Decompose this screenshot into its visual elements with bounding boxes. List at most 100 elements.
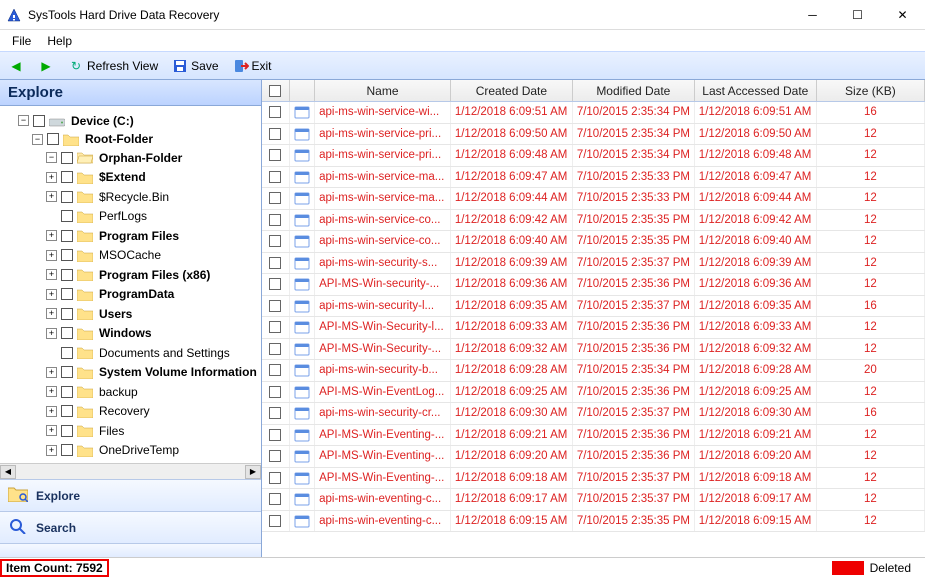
table-row[interactable]: api-ms-win-service-ma...1/12/2018 6:09:4… <box>262 188 925 210</box>
nav-explore[interactable]: Explore <box>0 479 261 511</box>
table-row[interactable]: API-MS-Win-Security-...1/12/2018 6:09:32… <box>262 339 925 361</box>
checkbox[interactable] <box>61 230 73 242</box>
expand-icon[interactable]: + <box>46 406 57 417</box>
tree-item[interactable]: +Files <box>46 423 126 439</box>
checkbox[interactable] <box>61 171 73 183</box>
file-list[interactable]: api-ms-win-service-wi...1/12/2018 6:09:5… <box>262 102 925 557</box>
col-checkbox[interactable] <box>262 80 290 101</box>
col-created[interactable]: Created Date <box>451 80 573 101</box>
checkbox[interactable] <box>61 327 73 339</box>
table-row[interactable]: API-MS-Win-Eventing-...1/12/2018 6:09:20… <box>262 446 925 468</box>
table-row[interactable]: api-ms-win-security-cr...1/12/2018 6:09:… <box>262 403 925 425</box>
menu-file[interactable]: File <box>4 32 39 50</box>
table-row[interactable]: api-ms-win-eventing-c...1/12/2018 6:09:1… <box>262 489 925 511</box>
checkbox[interactable] <box>61 366 73 378</box>
checkbox[interactable] <box>61 386 73 398</box>
table-row[interactable]: API-MS-Win-Eventing-...1/12/2018 6:09:21… <box>262 425 925 447</box>
checkbox[interactable] <box>61 249 73 261</box>
expand-icon[interactable]: + <box>46 289 57 300</box>
tree-item[interactable]: +System Volume Information <box>46 364 259 380</box>
checkbox[interactable] <box>61 152 73 164</box>
expand-icon[interactable]: − <box>46 152 57 163</box>
checkbox[interactable] <box>61 347 73 359</box>
tree-item[interactable]: +Users <box>46 306 134 322</box>
checkbox[interactable] <box>269 85 281 97</box>
expand-icon[interactable]: + <box>46 308 57 319</box>
table-row[interactable]: api-ms-win-service-pri...1/12/2018 6:09:… <box>262 145 925 167</box>
expand-icon[interactable]: + <box>46 328 57 339</box>
tree-root-folder[interactable]: − Root-Folder <box>32 131 155 147</box>
row-checkbox[interactable] <box>262 446 290 467</box>
exit-button[interactable]: Exit <box>229 56 276 76</box>
minimize-button[interactable]: ─ <box>790 0 835 30</box>
checkbox[interactable] <box>61 444 73 456</box>
expand-icon[interactable] <box>46 347 57 358</box>
tree-item[interactable]: +ProgramData <box>46 286 176 302</box>
table-row[interactable]: API-MS-Win-Eventing-...1/12/2018 6:09:18… <box>262 468 925 490</box>
tree-item[interactable]: +MSOCache <box>46 247 163 263</box>
row-checkbox[interactable] <box>262 124 290 145</box>
table-row[interactable]: api-ms-win-eventing-c...1/12/2018 6:09:1… <box>262 511 925 533</box>
checkbox[interactable] <box>61 425 73 437</box>
row-checkbox[interactable] <box>262 167 290 188</box>
checkbox[interactable] <box>61 405 73 417</box>
checkbox[interactable] <box>61 210 73 222</box>
row-checkbox[interactable] <box>262 102 290 123</box>
scroll-left-icon[interactable]: ◀ <box>0 465 16 479</box>
tree-item[interactable]: +SysTools PDF Toolbox <box>46 462 230 464</box>
expand-icon[interactable]: + <box>46 250 57 261</box>
tree-item[interactable]: +Windows <box>46 325 154 341</box>
row-checkbox[interactable] <box>262 425 290 446</box>
row-checkbox[interactable] <box>262 210 290 231</box>
table-row[interactable]: api-ms-win-service-co...1/12/2018 6:09:4… <box>262 231 925 253</box>
row-checkbox[interactable] <box>262 296 290 317</box>
tree-item[interactable]: −Orphan-Folder <box>46 150 184 166</box>
expand-icon[interactable]: + <box>46 445 57 456</box>
row-checkbox[interactable] <box>262 339 290 360</box>
tree-item[interactable]: +OneDriveTemp <box>46 442 181 458</box>
scroll-right-icon[interactable]: ▶ <box>245 465 261 479</box>
table-row[interactable]: api-ms-win-service-co...1/12/2018 6:09:4… <box>262 210 925 232</box>
checkbox[interactable] <box>61 308 73 320</box>
checkbox[interactable] <box>61 288 73 300</box>
refresh-button[interactable]: ↻ Refresh View <box>64 56 162 76</box>
close-button[interactable]: ✕ <box>880 0 925 30</box>
expand-icon[interactable]: − <box>32 134 43 145</box>
nav-search[interactable]: Search <box>0 511 261 543</box>
scroll-track[interactable] <box>16 465 245 479</box>
checkbox[interactable] <box>61 269 73 281</box>
expand-icon[interactable]: + <box>46 386 57 397</box>
checkbox[interactable] <box>33 115 45 127</box>
save-button[interactable]: Save <box>168 56 222 76</box>
tree-h-scrollbar[interactable]: ◀ ▶ <box>0 463 261 479</box>
expand-icon[interactable]: − <box>18 115 29 126</box>
table-row[interactable]: API-MS-Win-security-...1/12/2018 6:09:36… <box>262 274 925 296</box>
row-checkbox[interactable] <box>262 468 290 489</box>
expand-icon[interactable]: + <box>46 367 57 378</box>
col-size[interactable]: Size (KB) <box>817 80 925 101</box>
expand-icon[interactable] <box>46 211 57 222</box>
menu-help[interactable]: Help <box>39 32 80 50</box>
tree-item[interactable]: PerfLogs <box>46 208 149 224</box>
tree-item[interactable]: +Program Files <box>46 228 181 244</box>
row-checkbox[interactable] <box>262 274 290 295</box>
expand-icon[interactable]: + <box>46 230 57 241</box>
row-checkbox[interactable] <box>262 489 290 510</box>
tree-item[interactable]: +backup <box>46 384 140 400</box>
row-checkbox[interactable] <box>262 317 290 338</box>
nav-forward-button[interactable]: ▶ <box>34 56 58 76</box>
checkbox[interactable] <box>47 133 59 145</box>
tree-item[interactable]: +Recovery <box>46 403 152 419</box>
expand-icon[interactable]: + <box>46 191 57 202</box>
table-row[interactable]: api-ms-win-security-b...1/12/2018 6:09:2… <box>262 360 925 382</box>
tree-item[interactable]: +$Extend <box>46 169 148 185</box>
tree-item[interactable]: +$Recycle.Bin <box>46 189 171 205</box>
row-checkbox[interactable] <box>262 253 290 274</box>
row-checkbox[interactable] <box>262 145 290 166</box>
table-row[interactable]: api-ms-win-service-ma...1/12/2018 6:09:4… <box>262 167 925 189</box>
col-modified[interactable]: Modified Date <box>573 80 695 101</box>
folder-tree[interactable]: − Device (C:) − Root-Fol <box>0 106 261 463</box>
nav-back-button[interactable]: ◀ <box>4 56 28 76</box>
checkbox[interactable] <box>61 191 73 203</box>
expand-icon[interactable]: + <box>46 172 57 183</box>
